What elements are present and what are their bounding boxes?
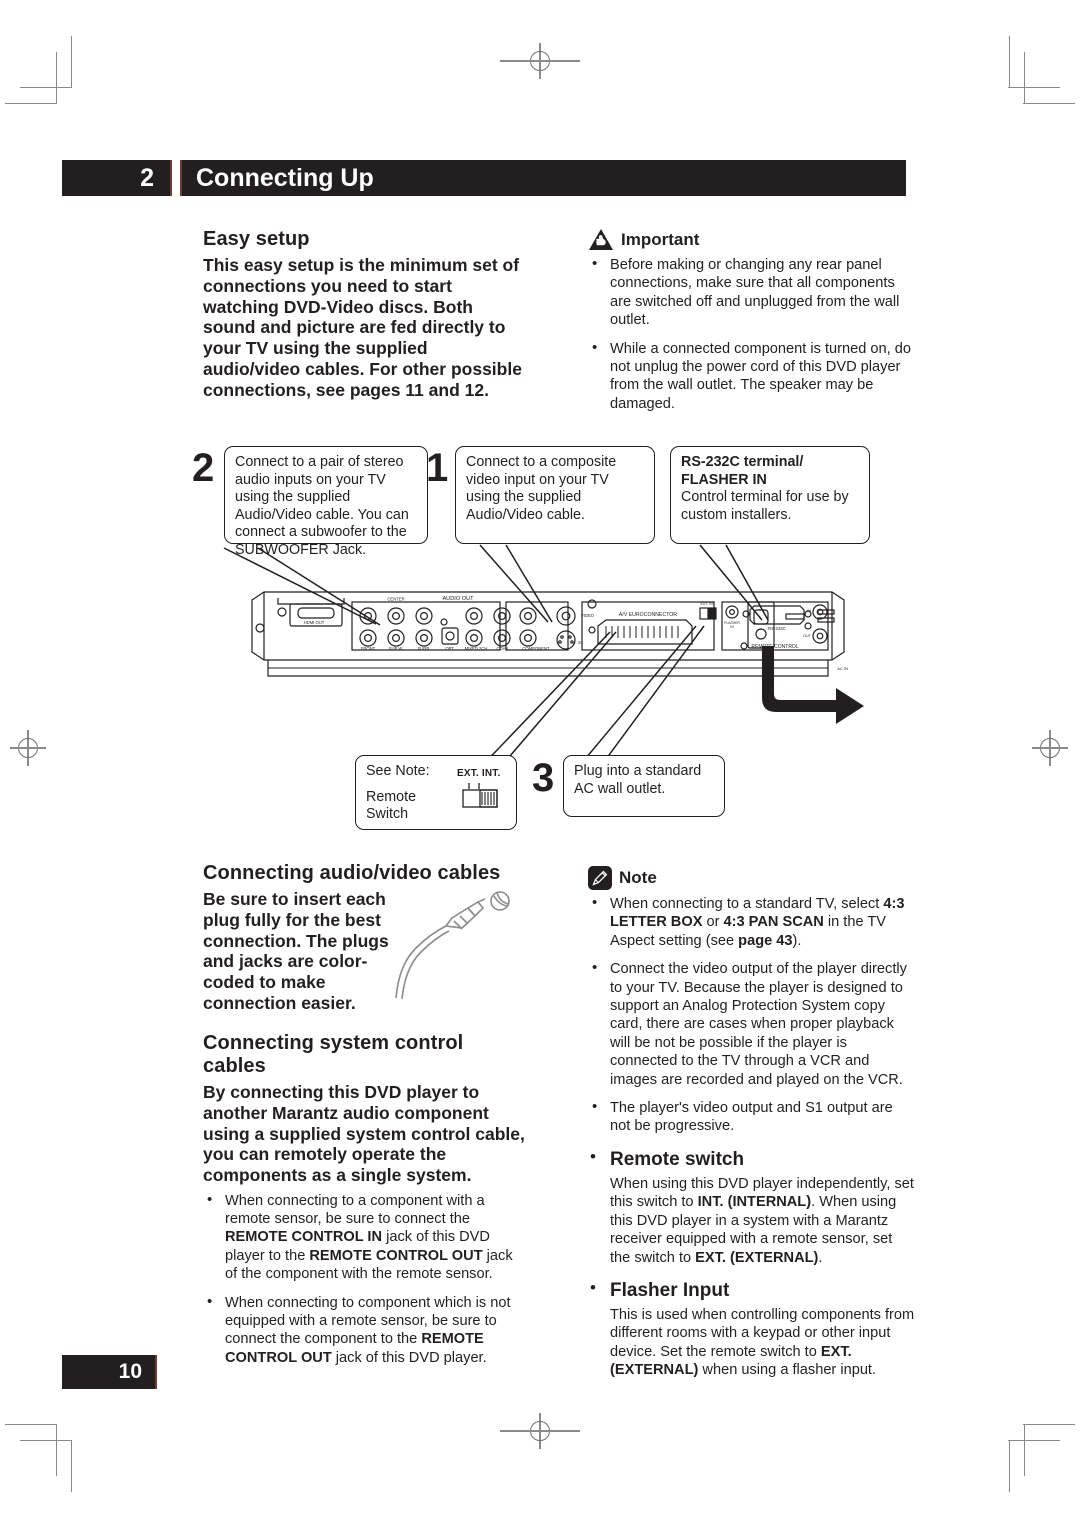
callout-number-2: 2 [192,446,215,490]
easy-setup-heading: Easy setup [203,228,310,250]
registration-mark-right [1032,730,1068,766]
system-control-body: By connecting this DVD player to another… [203,1082,525,1186]
callout-rs232-title: RS-232C terminal/ [681,454,804,470]
callout-note-line1: See Note: [366,763,430,779]
label-mixed2ch: MIXED 2CH [465,646,488,651]
system-control-bullets: When connecting to a component with a re… [203,1191,525,1367]
label-center: CENTER [387,597,404,602]
page-title: Connecting Up [180,160,906,196]
rca-plug-illustration [382,880,522,1000]
list-item: When connecting to a standard TV, select… [588,894,916,950]
pencil-icon [588,866,612,890]
chapter-number: 2 [62,160,172,196]
ext-int-switch-icon: EXT. INT. [457,765,507,814]
right-column: Important Before making or changing any … [588,228,913,423]
callout-box-1: Connect to a composite video input on yo… [455,446,655,544]
power-cord-illustration [747,601,864,724]
header-gap [172,160,180,196]
label-surr: SURR. [417,646,430,651]
flasher-input-heading: Flasher Input [588,1278,916,1302]
left-column: Easy setup This easy setup is the minimu… [203,228,523,401]
av-cables-body: Be sure to insert each plug fully for th… [203,889,389,1013]
note-header: Note [588,866,916,890]
note-label: Note [619,868,657,887]
system-control-heading: Connecting system control cables [203,1032,464,1077]
registration-mark-left [10,730,46,766]
callout-number-1: 1 [426,446,449,490]
label-flasher-in: IN [730,625,734,629]
list-item: While a connected component is turned on… [588,339,913,414]
list-item: Before making or changing any rear panel… [588,255,913,330]
callout-note-line2: Remote Switch [366,788,417,823]
callout-rs232-title2: FLASHER IN [681,471,767,488]
system-control-section: Connecting system control cables By conn… [203,1032,525,1378]
label-video: VIDEO [581,613,595,618]
note-section: Note When connecting to a standard TV, s… [588,866,916,1380]
document-page: 2 Connecting Up Easy setup This easy set… [0,0,1080,1528]
list-item: The player's video output and S1 output … [588,1098,916,1136]
page-number: 10 [62,1355,157,1389]
label-hdmi: HDMI OUT [304,620,325,625]
label-s1: S1 [578,640,584,645]
note-bullets: When connecting to a standard TV, select… [588,894,916,1136]
important-header: Important [588,228,913,251]
remote-switch-heading: Remote switch [588,1147,916,1171]
list-item: When connecting to component which is no… [203,1293,525,1367]
switch-label-ext: EXT. [457,768,479,779]
callout-rs232-text: Control terminal for use by custom insta… [681,489,849,523]
callout-box-3: Plug into a standard AC wall outlet. [563,755,725,817]
label-opt: OPT. [445,646,454,651]
warning-triangle-hand-icon [588,228,614,251]
callout-box-rs232: RS-232C terminal/ FLASHER IN Control ter… [670,446,870,544]
label-extint: EXT. INT. [701,602,716,606]
label-component: COMPONENT [522,646,550,651]
page-header: 2 Connecting Up [62,160,906,196]
label-coax: COAX. [496,646,509,651]
easy-setup-body: This easy setup is the minimum set of co… [203,255,522,400]
label-front: FRONT [361,646,376,651]
connection-diagram: 2 Connect to a pair of stereo audio inpu… [180,440,920,860]
callout-box-2: Connect to a pair of stereo audio inputs… [224,446,428,558]
label-audio-out: AUDIO OUT [442,596,474,602]
remote-switch-body: When using this DVD player independently… [610,1175,914,1266]
important-bullets: Before making or changing any rear panel… [588,255,913,414]
list-item: When connecting to a component with a re… [203,1191,525,1283]
callout-box-remote-switch: See Note: Remote Switch EXT. INT. [355,755,517,830]
flasher-input-body: This is used when controlling components… [610,1306,915,1379]
switch-label-int: INT. [481,768,501,779]
registration-mark-top [500,43,580,79]
label-euro: A/V EUROCONNECTOR [619,612,677,618]
label-subw: SUB W. [389,646,404,651]
callout-number-3: 3 [532,756,555,800]
list-item: Connect the video output of the player d… [588,959,916,1089]
important-label: Important [621,229,700,249]
registration-mark-bottom [500,1413,580,1449]
